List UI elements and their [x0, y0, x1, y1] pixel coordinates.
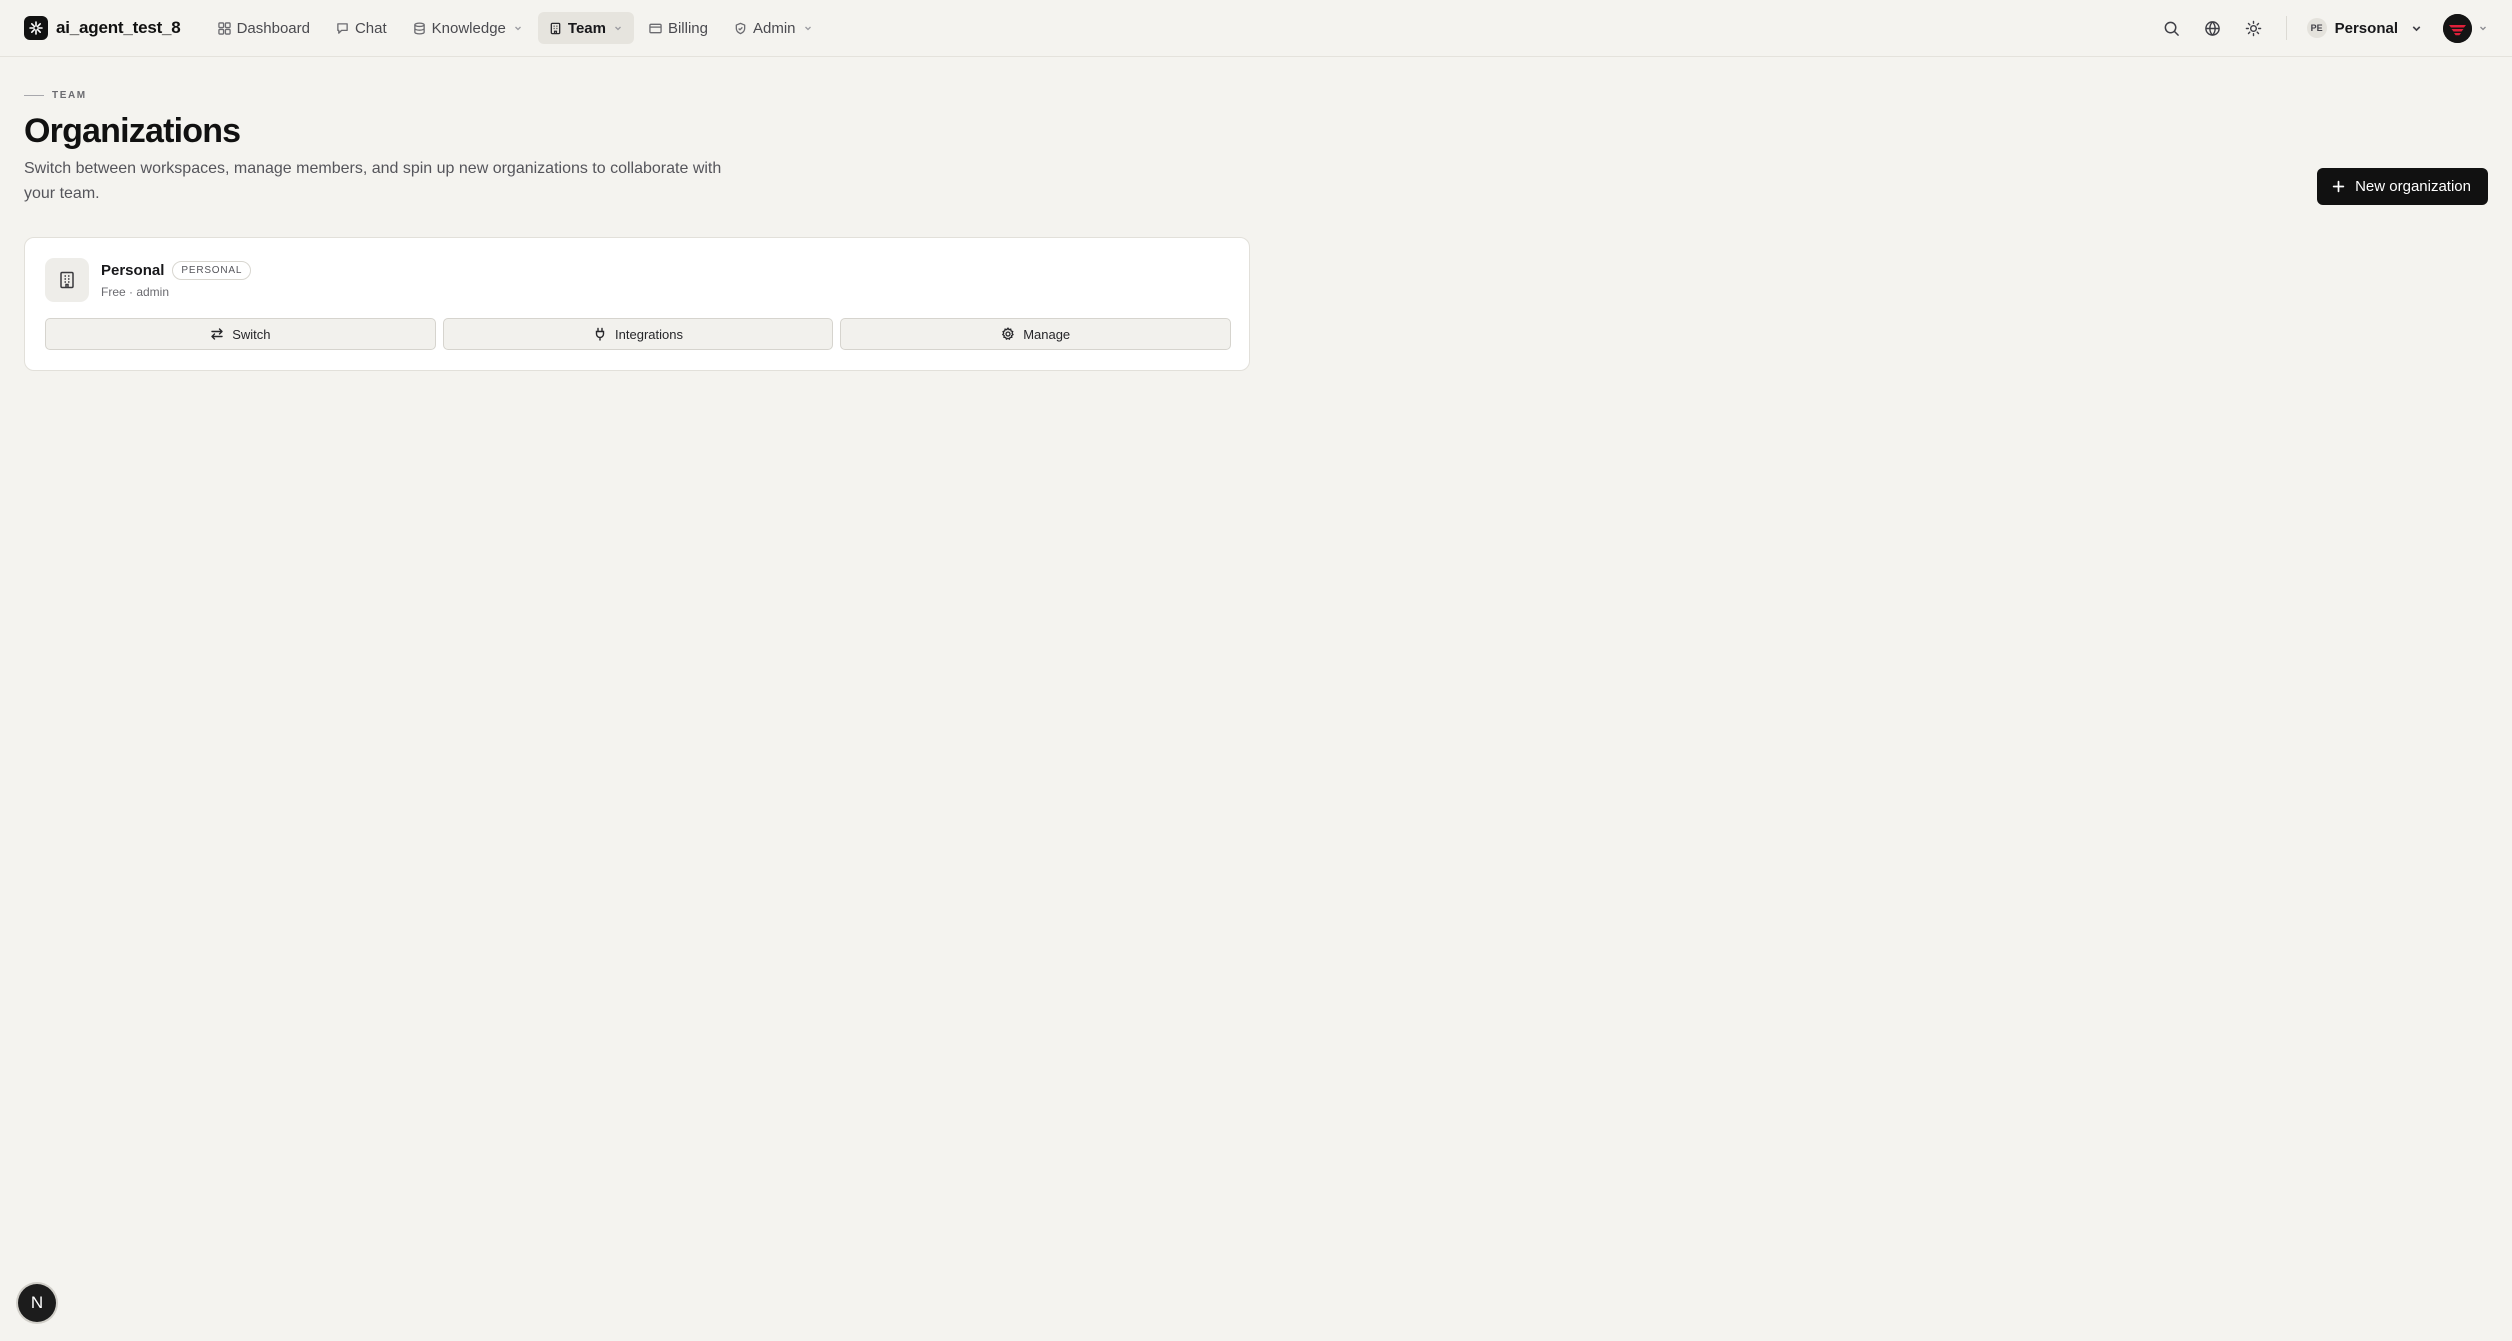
theme-toggle-button[interactable] [2236, 10, 2272, 46]
integrations-button[interactable]: Integrations [442, 318, 834, 350]
page-title: Organizations [24, 112, 241, 150]
nav-item-dashboard[interactable]: Dashboard [207, 12, 321, 44]
card-icon [649, 22, 662, 35]
user-menu[interactable] [2443, 13, 2488, 43]
chevron-down-icon [2410, 22, 2423, 35]
manage-label: Manage [1023, 326, 1071, 342]
gear-icon [1001, 327, 1015, 341]
workspace-name: Personal [2334, 19, 2398, 37]
chevron-down-icon [2478, 23, 2488, 33]
organization-header: Personal PERSONAL Free · admin [45, 258, 252, 302]
organization-plan-role: Free · admin [101, 285, 170, 299]
organization-name-row: Personal PERSONAL [101, 261, 252, 280]
eyebrow-text: TEAM [52, 90, 87, 101]
organization-actions: Switch Integrations Manage [45, 318, 1232, 350]
organization-card: Personal PERSONAL Free · admin Switch In… [24, 237, 1250, 371]
floating-assistant-button[interactable]: N [18, 1284, 56, 1322]
nav-item-billing[interactable]: Billing [638, 12, 719, 44]
plus-icon [2332, 180, 2345, 193]
database-icon [413, 21, 426, 35]
topbar-actions: PE Personal [2149, 10, 2488, 46]
nav-item-team[interactable]: Team [537, 12, 634, 44]
new-organization-label: New organization [2355, 178, 2471, 195]
nav-label: Chat [354, 19, 387, 37]
search-button[interactable] [2154, 10, 2190, 46]
shield-icon [734, 22, 747, 35]
globe-icon [2204, 20, 2221, 37]
building-icon [45, 258, 89, 302]
nav-label: Billing [667, 19, 708, 37]
switch-label: Switch [232, 326, 271, 342]
top-navigation-bar: ai_agent_test_8 Dashboard Chat Knowledge… [0, 0, 2512, 57]
brand[interactable]: ai_agent_test_8 [24, 16, 181, 40]
nav-item-knowledge[interactable]: Knowledge [402, 12, 534, 44]
manage-button[interactable]: Manage [840, 318, 1232, 350]
chevron-down-icon [803, 23, 813, 33]
avatar [2443, 13, 2472, 43]
organization-type-badge: PERSONAL [172, 261, 252, 280]
page-description: Switch between workspaces, manage member… [24, 160, 722, 202]
page-eyebrow: TEAM [24, 90, 87, 101]
main-nav: Dashboard Chat Knowledge Team Billing Ad… [207, 12, 824, 44]
workspace-switcher[interactable]: PE Personal [2301, 10, 2429, 46]
new-organization-button[interactable]: New organization [2317, 168, 2488, 205]
nav-item-chat[interactable]: Chat [325, 12, 398, 44]
workspace-badge: PE [2306, 18, 2327, 38]
plug-icon [593, 327, 607, 341]
divider [2285, 16, 2287, 40]
organization-info: Personal PERSONAL Free · admin [101, 261, 252, 299]
search-icon [2163, 20, 2180, 37]
message-icon [336, 22, 349, 35]
building-icon [549, 22, 562, 35]
sun-icon [2245, 20, 2262, 37]
nav-item-admin[interactable]: Admin [723, 12, 824, 44]
grid-icon [217, 21, 231, 35]
app-name: ai_agent_test_8 [56, 18, 181, 37]
nav-label: Dashboard [236, 19, 310, 37]
integrations-label: Integrations [615, 326, 683, 342]
switch-button[interactable]: Switch [45, 318, 436, 350]
nav-label: Admin [753, 19, 796, 37]
eyebrow-line [24, 95, 44, 96]
organization-name: Personal [101, 262, 165, 279]
switch-arrows-icon [210, 327, 224, 341]
nav-label: Knowledge [431, 19, 506, 37]
chevron-down-icon [513, 23, 523, 33]
language-button[interactable] [2195, 10, 2231, 46]
brand-logo-icon [24, 16, 48, 40]
nav-label: Team [567, 19, 606, 37]
chevron-down-icon [613, 23, 623, 33]
